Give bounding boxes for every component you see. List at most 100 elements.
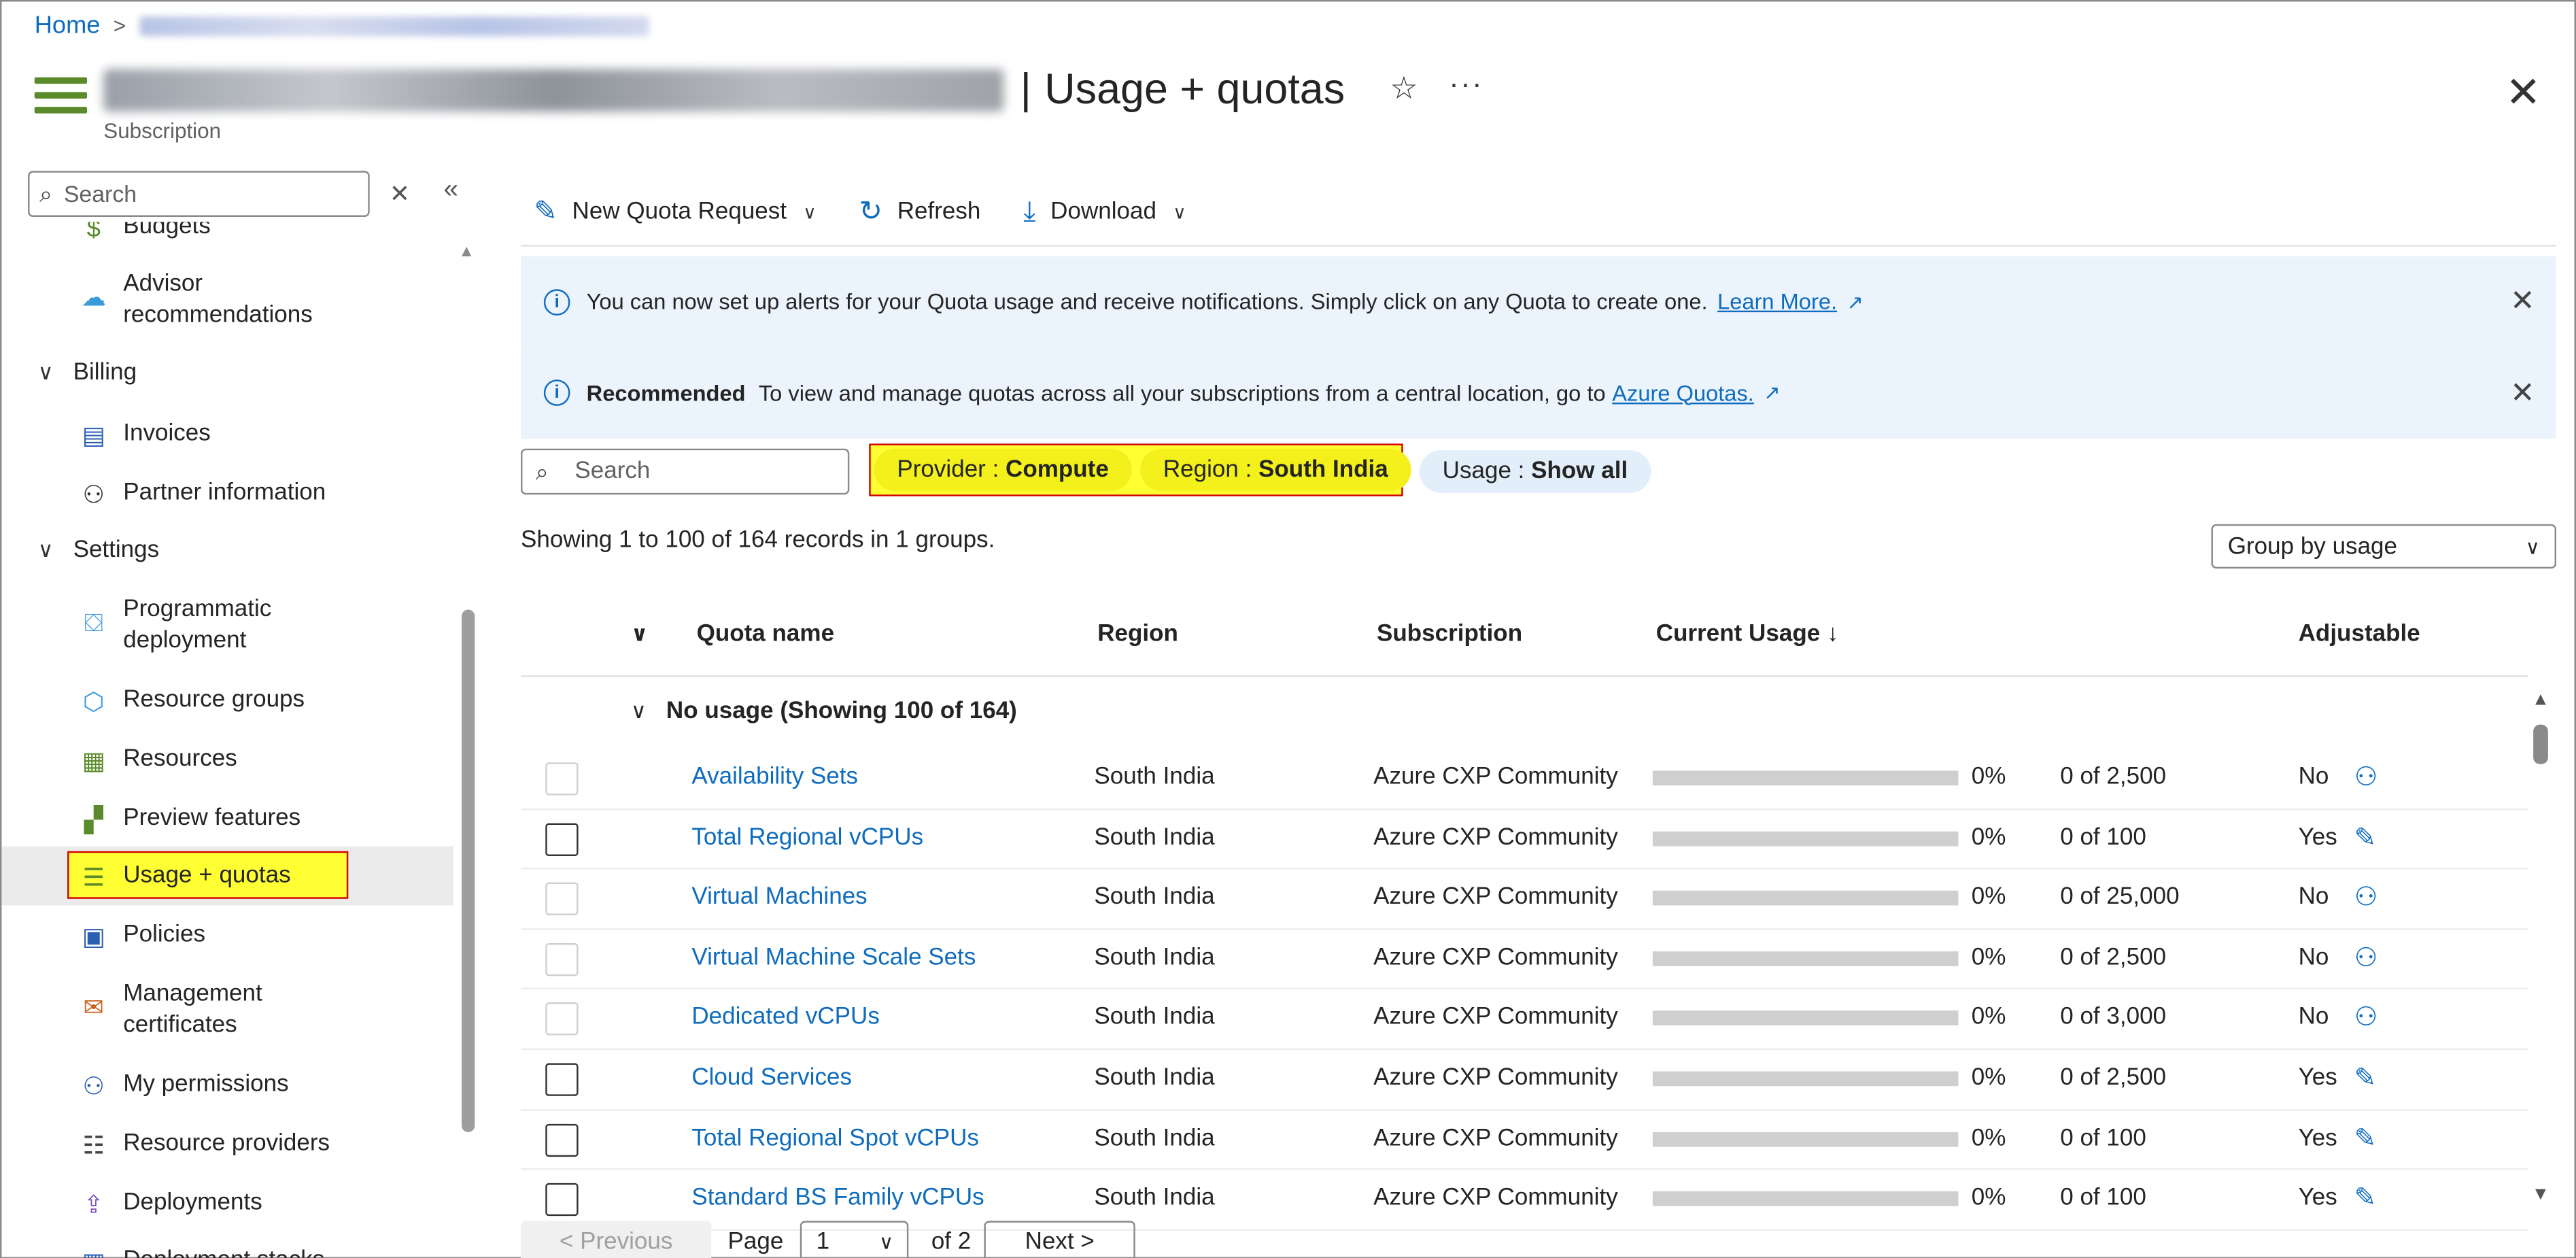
column-header-current-usage[interactable]: Current Usage ↓: [1656, 621, 1839, 647]
permissions-icon: ⚇: [82, 1072, 105, 1100]
adjustable-cell: Yes: [2298, 824, 2337, 851]
table-row[interactable]: Virtual Machine Scale Sets South India A…: [521, 930, 2528, 990]
sidebar-item-usage-quotas[interactable]: ☰ Usage + quotas: [1, 861, 453, 892]
usage-progress-bar: [1652, 830, 1959, 846]
table-scroll-down-icon[interactable]: ▼: [2532, 1185, 2549, 1204]
usage-progress-bar: [1652, 1071, 1959, 1087]
sidebar-group-billing[interactable]: ∨ Billing: [38, 360, 137, 386]
quota-name-link[interactable]: Total Regional Spot vCPUs: [691, 1125, 979, 1151]
subscription-cell: Azure CXP Community: [1373, 884, 1618, 911]
favorite-star-icon[interactable]: ☆: [1390, 71, 1418, 109]
sidebar-clear-icon[interactable]: ✕: [390, 179, 410, 209]
new-quota-request-button[interactable]: ✎ New Quota Request ∨: [534, 196, 816, 228]
quota-table-body: Availability Sets South India Azure CXP …: [521, 749, 2528, 1231]
column-header-quota-name[interactable]: Quota name: [697, 621, 834, 647]
previous-page-button[interactable]: < Previous: [521, 1221, 712, 1258]
person-icon[interactable]: ⚇: [2354, 761, 2378, 794]
sidebar-item-programmatic-deployment[interactable]: ⛋ Programmatic deployment: [1, 595, 379, 658]
table-row[interactable]: Availability Sets South India Azure CXP …: [521, 749, 2528, 810]
table-scrollbar[interactable]: [2533, 724, 2548, 764]
person-icon[interactable]: ⚇: [2354, 1002, 2378, 1034]
sidebar-group-settings[interactable]: ∨ Settings: [38, 537, 160, 564]
column-header-adjustable[interactable]: Adjustable: [2299, 621, 2420, 647]
usage-percent: 0%: [1971, 1004, 2006, 1032]
row-checkbox[interactable]: [545, 942, 579, 976]
person-icon[interactable]: ⚇: [2354, 881, 2378, 914]
page-select[interactable]: 1 ∨: [800, 1221, 908, 1258]
row-checkbox[interactable]: [545, 1002, 579, 1036]
adjustable-cell: No: [2298, 884, 2329, 911]
pencil-icon[interactable]: ✎: [2354, 1182, 2376, 1214]
table-row[interactable]: Cloud Services South India Azure CXP Com…: [521, 1050, 2528, 1110]
table-row[interactable]: Total Regional vCPUs South India Azure C…: [521, 809, 2528, 870]
sidebar-item-advisor-recommendations[interactable]: ☁ Advisor recommendations: [1, 269, 379, 332]
sidebar-item-resource-groups[interactable]: ⬡ Resource groups: [1, 685, 453, 717]
sidebar-item-my-permissions[interactable]: ⚇ My permissions: [1, 1070, 453, 1101]
sidebar-item-resources[interactable]: ▦ Resources: [1, 745, 453, 776]
page-subtitle: Subscription: [103, 118, 222, 143]
chevron-down-icon: ∨: [37, 360, 54, 385]
column-header-region[interactable]: Region: [1097, 621, 1178, 647]
sidebar-item-preview-features[interactable]: ▞ Preview features: [1, 804, 453, 835]
row-checkbox[interactable]: [545, 1123, 579, 1157]
breadcrumb-redacted-link[interactable]: [139, 15, 649, 35]
close-banner-icon[interactable]: ✕: [2510, 284, 2535, 319]
quota-name-link[interactable]: Total Regional vCPUs: [691, 824, 923, 851]
sidebar-search-input[interactable]: ⌕ Search: [28, 171, 370, 217]
sidebar-item-partner-information[interactable]: ⚇ Partner information: [1, 478, 453, 509]
column-header-subscription[interactable]: Subscription: [1377, 621, 1522, 647]
sidebar-item-management-certificates[interactable]: ✉ Management certificates: [1, 979, 379, 1042]
sidebar-scrollbar[interactable]: [462, 609, 475, 1132]
person-icon[interactable]: ⚇: [2354, 941, 2378, 974]
sidebar-collapse-icon[interactable]: «: [443, 176, 458, 205]
next-page-button[interactable]: Next >: [984, 1221, 1135, 1258]
provider-filter-pill[interactable]: Provider : Compute: [874, 448, 1132, 492]
sidebar-item-budgets[interactable]: $ Budgets: [1, 222, 453, 243]
sidebar-item-deployment-stacks[interactable]: ▥ Deployment stacks: [1, 1246, 453, 1258]
budgets-icon: $: [86, 222, 101, 243]
group-by-dropdown[interactable]: Group by usage ∨: [2211, 524, 2556, 569]
learn-more-link[interactable]: Learn More.: [1717, 289, 1837, 313]
usage-limit: 0 of 100: [2060, 1125, 2146, 1151]
row-checkbox[interactable]: [545, 1183, 579, 1217]
table-row[interactable]: Total Regional Spot vCPUs South India Az…: [521, 1110, 2528, 1170]
pencil-icon[interactable]: ✎: [2354, 821, 2376, 853]
close-blade-icon[interactable]: ✕: [2505, 67, 2541, 118]
pencil-icon[interactable]: ✎: [2354, 1121, 2376, 1154]
row-checkbox[interactable]: [545, 822, 579, 855]
quota-name-link[interactable]: Cloud Services: [691, 1065, 852, 1091]
sidebar-item-policies[interactable]: ▣ Policies: [1, 920, 453, 951]
region-filter-pill[interactable]: Region : South India: [1140, 448, 1411, 492]
quota-name-link[interactable]: Dedicated vCPUs: [691, 1004, 880, 1031]
usage-percent: 0%: [1971, 764, 2006, 791]
refresh-button[interactable]: ↻ Refresh: [859, 196, 981, 228]
breadcrumb-home-link[interactable]: Home: [35, 12, 101, 39]
more-options-icon[interactable]: ···: [1449, 67, 1483, 102]
pencil-icon[interactable]: ✎: [2354, 1061, 2376, 1094]
quota-search-input[interactable]: ⌕ Search: [521, 448, 850, 495]
table-row[interactable]: Virtual Machines South India Azure CXP C…: [521, 870, 2528, 930]
quota-name-link[interactable]: Virtual Machine Scale Sets: [691, 945, 976, 971]
row-checkbox[interactable]: [545, 883, 579, 916]
row-checkbox[interactable]: [545, 1063, 579, 1096]
quota-name-link[interactable]: Standard BS Family vCPUs: [691, 1185, 984, 1212]
table-row[interactable]: Dedicated vCPUs South India Azure CXP Co…: [521, 990, 2528, 1051]
group-header-no-usage[interactable]: ∨ No usage (Showing 100 of 164): [631, 698, 1017, 725]
row-checkbox[interactable]: [545, 762, 579, 796]
region-cell: South India: [1094, 824, 1215, 851]
quota-name-link[interactable]: Availability Sets: [691, 764, 858, 791]
sidebar-item-resource-providers[interactable]: ☷ Resource providers: [1, 1129, 453, 1160]
sidebar-item-deployments[interactable]: ⇪ Deployments: [1, 1188, 453, 1219]
download-button[interactable]: ⤓ Download ∨: [1023, 196, 1186, 228]
azure-quotas-link[interactable]: Azure Quotas.: [1612, 380, 1754, 405]
expand-all-chevron-icon[interactable]: ∨: [631, 621, 649, 647]
sidebar-item-invoices[interactable]: ▤ Invoices: [1, 419, 453, 450]
close-banner-icon[interactable]: ✕: [2510, 375, 2535, 410]
quota-name-link[interactable]: Virtual Machines: [691, 885, 867, 911]
partner-icon: ⚇: [82, 480, 105, 509]
sidebar-scroll-up-icon[interactable]: ▲: [458, 243, 475, 262]
table-scroll-up-icon[interactable]: ▲: [2532, 690, 2549, 710]
usage-filter-pill[interactable]: Usage : Show all: [1419, 450, 1651, 493]
info-icon: i: [543, 288, 570, 315]
usage-limit: 0 of 2,500: [2060, 1064, 2167, 1091]
